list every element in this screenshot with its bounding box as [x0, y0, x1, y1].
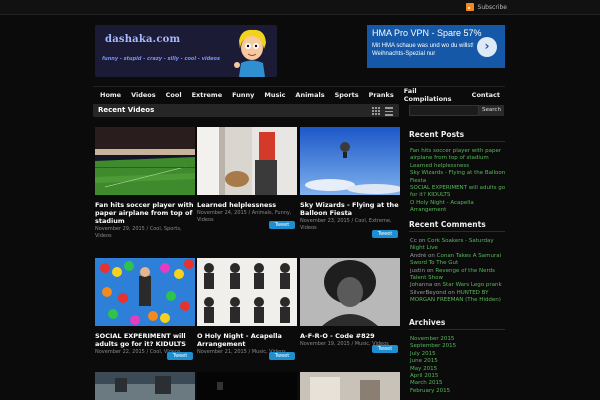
archive-link[interactable]: May 2015: [410, 366, 507, 373]
comment-item: Cc on Cork Soakers - Saturday Night Live: [410, 238, 507, 253]
archive-link[interactable]: November 2015: [410, 336, 507, 343]
comment-on: on: [418, 238, 426, 244]
nav-item-animals[interactable]: Animals: [290, 91, 329, 99]
subscribe-label: Subscribe: [477, 3, 507, 11]
nav-item-sports[interactable]: Sports: [330, 91, 364, 99]
video-thumbnail[interactable]: [95, 372, 195, 400]
video-title[interactable]: O Holy Night - Acapella Arrangement: [197, 332, 297, 348]
list-view-icon[interactable]: [385, 107, 393, 116]
comment-on: on: [447, 289, 455, 296]
recent-post-link[interactable]: Fan hits soccer player with paper airpla…: [410, 148, 507, 163]
video-card[interactable]: A-F-R-O - Code #829 November 19, 2015 / …: [300, 258, 400, 353]
nav-item-extreme[interactable]: Extreme: [187, 91, 228, 99]
video-thumbnail[interactable]: [300, 127, 403, 195]
section-title: Recent Videos: [98, 106, 155, 114]
archives-list: November 2015 September 2015 July 2015 J…: [410, 336, 507, 395]
video-thumbnail[interactable]: [95, 127, 195, 195]
archive-link[interactable]: April 2015: [410, 373, 507, 380]
archive-link[interactable]: February 2015: [410, 388, 507, 395]
comment-post-link[interactable]: Star Wars Lego prank: [443, 282, 502, 288]
video-card[interactable]: SOCIAL EXPERIMENT will adults go for it?…: [95, 258, 195, 360]
comment-author: justin: [410, 267, 426, 274]
search-button[interactable]: Search: [479, 105, 504, 116]
comment-author: Cc: [410, 238, 417, 244]
nav-item-home[interactable]: Home: [93, 91, 126, 99]
recent-post-link[interactable]: Sky Wizards - Flying at the Balloon Fies…: [410, 170, 507, 185]
comment-item: justin on Revenge of the Nerds Talent Sh…: [410, 268, 507, 283]
recent-posts-list: Fan hits soccer player with paper airpla…: [410, 148, 507, 215]
search-form: Search: [409, 105, 504, 116]
tweet-button[interactable]: Tweet: [269, 221, 295, 229]
video-card[interactable]: Sky Wizards - Flying at the Balloon Fies…: [300, 127, 403, 238]
top-bar: Subscribe: [0, 0, 600, 15]
video-thumbnail[interactable]: [197, 127, 297, 195]
video-card[interactable]: O Holy Night - Acapella Arrangement Nove…: [197, 258, 297, 360]
video-card[interactable]: Learned helplessness November 24, 2015 /…: [197, 127, 297, 229]
video-thumbnail[interactable]: [300, 372, 400, 400]
video-thumbnail[interactable]: [300, 258, 400, 326]
recent-comments-heading: Recent Comments: [409, 220, 486, 229]
video-meta: November 29, 2015 / Cool, Sports, Videos: [95, 226, 182, 239]
comment-item: André on Conan Takes A Samurai Sword To …: [410, 253, 507, 268]
tweet-button[interactable]: Tweet: [269, 352, 295, 360]
nav-item-cool[interactable]: Cool: [161, 91, 187, 99]
video-title[interactable]: Sky Wizards - Flying at the Balloon Fies…: [300, 201, 400, 217]
rss-icon: [465, 3, 474, 11]
nav-item-pranks[interactable]: Pranks: [364, 91, 399, 99]
logo-tagline: funny - stupid - crazy - silly - cool - …: [102, 56, 220, 62]
subscribe-link[interactable]: Subscribe: [465, 3, 507, 11]
recent-videos-header: Recent Videos: [93, 104, 399, 117]
video-title[interactable]: Learned helplessness: [197, 201, 297, 209]
archive-link[interactable]: July 2015: [410, 351, 507, 358]
nav-item-videos[interactable]: Videos: [126, 91, 161, 99]
nav-item-funny[interactable]: Funny: [227, 91, 259, 99]
video-title[interactable]: Fan hits soccer player with paper airpla…: [95, 201, 195, 225]
advertisement-banner[interactable]: HMA Pro VPN - Spare 57% Mit HMA schaue w…: [367, 25, 505, 68]
video-thumbnail[interactable]: [95, 258, 195, 326]
archive-link[interactable]: June 2015: [410, 358, 507, 365]
comment-on: on: [433, 282, 441, 289]
video-thumbnail[interactable]: [197, 372, 297, 400]
archive-link[interactable]: March 2015: [410, 380, 507, 387]
recent-posts-heading: Recent Posts: [409, 130, 465, 139]
archive-link[interactable]: September 2015: [410, 343, 507, 350]
video-thumbnail[interactable]: [197, 258, 297, 326]
archives-heading: Archives: [409, 318, 446, 327]
logo-title: dashaka.com: [105, 34, 181, 45]
site-logo[interactable]: dashaka.com funny - stupid - crazy - sil…: [95, 25, 277, 77]
grid-view-icon[interactable]: [372, 107, 380, 115]
recent-post-link[interactable]: O Holy Night - Acapella Arrangement: [410, 200, 507, 215]
comment-on: on: [428, 252, 435, 259]
comment-item: SilverBeyond on HUNTED BY MORGAN FREEMAN…: [410, 290, 507, 305]
recent-post-link[interactable]: Learned helplessness: [410, 163, 507, 170]
divider: [409, 329, 505, 330]
comment-author: SilverBeyond: [410, 289, 447, 296]
video-card[interactable]: Fan hits soccer player with paper airpla…: [95, 127, 195, 239]
recent-post-link[interactable]: SOCIAL EXPERIMENT will adults go for it?…: [410, 185, 507, 200]
mascot-illustration: [234, 29, 266, 77]
nav-item-music[interactable]: Music: [259, 91, 290, 99]
search-input[interactable]: [409, 105, 479, 116]
divider: [409, 231, 505, 232]
tweet-button[interactable]: Tweet: [372, 345, 398, 353]
nav-item-contact[interactable]: Contact: [467, 91, 505, 99]
comment-on: on: [426, 267, 434, 274]
ad-title: HMA Pro VPN - Spare 57%: [372, 28, 482, 38]
comment-item: Johanna on Star Wars Lego prank: [410, 282, 507, 289]
chevron-right-icon[interactable]: ›: [477, 37, 497, 57]
main-nav: Home Videos Cool Extreme Funny Music Ani…: [93, 86, 505, 103]
comment-author: André: [410, 252, 427, 259]
recent-comments-list: Cc on Cork Soakers - Saturday Night Live…: [410, 238, 507, 305]
divider: [409, 141, 505, 142]
tweet-button[interactable]: Tweet: [167, 352, 193, 360]
nav-item-fail-compilations[interactable]: Fail Compilations: [399, 87, 467, 103]
video-title[interactable]: SOCIAL EXPERIMENT will adults go for it?…: [95, 332, 195, 348]
comment-author: Johanna: [410, 282, 433, 289]
video-title[interactable]: A-F-R-O - Code #829: [300, 332, 400, 340]
ad-text: Mit HMA schaue was und wo du willst! Wei…: [372, 43, 474, 57]
tweet-button[interactable]: Tweet: [372, 230, 398, 238]
